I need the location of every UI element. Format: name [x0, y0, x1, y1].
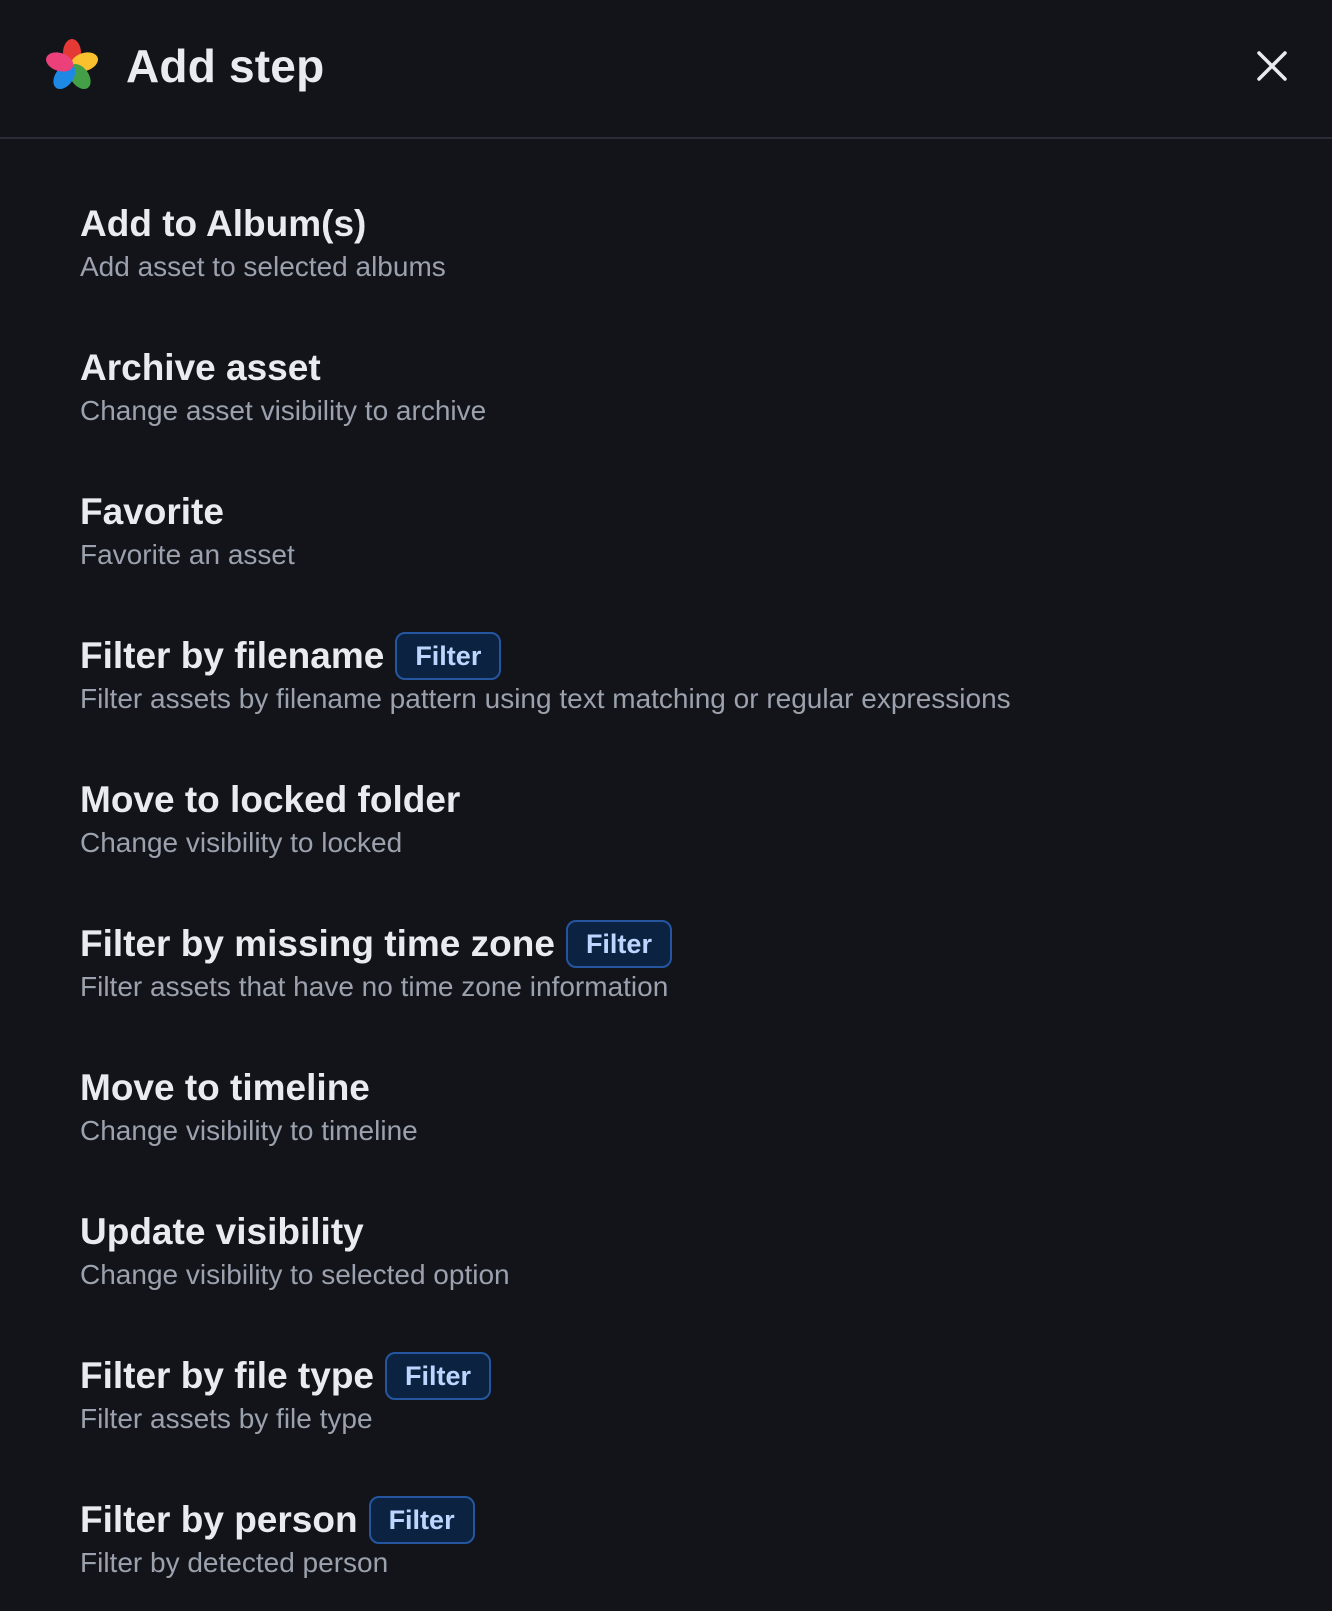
step-option[interactable]: Update visibility Change visibility to se…	[80, 1207, 1292, 1351]
step-description: Filter by detected person	[80, 1547, 389, 1578]
step-option[interactable]: Filter by filename Filter Filter assets by…	[80, 631, 1292, 775]
step-title-row: Filter by file type Filter	[80, 1351, 1292, 1401]
step-title-row: Add to Album(s)	[80, 199, 1292, 249]
step-list: Add to Album(s) Add asset to selected alb…	[0, 139, 1332, 1611]
step-title-row: Filter by person Filter	[80, 1495, 1292, 1545]
step-description: Change visibility to selected option	[80, 1259, 510, 1290]
step-title-row: Move to locked folder	[80, 775, 1292, 825]
close-icon[interactable]	[1250, 44, 1294, 88]
step-title: Move to timeline	[80, 1067, 370, 1108]
filter-badge: Filter	[368, 1496, 475, 1544]
step-option[interactable]: Archive asset Change asset visibility to …	[80, 343, 1292, 487]
step-title: Move to locked folder	[80, 779, 461, 820]
filter-badge: Filter	[385, 1352, 492, 1400]
dialog-header: Add step	[0, 0, 1332, 139]
step-description: Filter assets by file type	[80, 1403, 373, 1434]
filter-badge: Filter	[395, 632, 502, 680]
step-description: Favorite an asset	[80, 539, 295, 570]
filter-badge: Filter	[565, 920, 672, 968]
step-title-row: Filter by missing time zone Filter	[80, 919, 1292, 969]
add-step-dialog: Add step Add to Album(s) Add asset to sel…	[0, 0, 1332, 1611]
step-title: Update visibility	[80, 1211, 364, 1252]
step-option[interactable]: Move to timeline Change visibility to tim…	[80, 1063, 1292, 1207]
step-option[interactable]: Filter by missing time zone Filter Filter …	[80, 919, 1292, 1063]
step-option[interactable]: Filter by person Filter Filter by detected…	[80, 1495, 1292, 1611]
step-title-row: Move to timeline	[80, 1063, 1292, 1113]
step-option[interactable]: Move to locked folder Change visibility t…	[80, 775, 1292, 919]
step-description: Change visibility to timeline	[80, 1115, 418, 1146]
step-option[interactable]: Filter by file type Filter Filter assets b…	[80, 1351, 1292, 1495]
step-description: Filter assets that have no time zone inf…	[80, 971, 669, 1002]
step-description: Change asset visibility to archive	[80, 395, 487, 426]
app-logo-icon	[46, 39, 98, 90]
step-title: Filter by file type	[80, 1355, 375, 1396]
step-title-row: Filter by filename Filter	[80, 631, 1292, 681]
step-option[interactable]: Add to Album(s) Add asset to selected alb…	[80, 199, 1292, 343]
step-title-row: Update visibility	[80, 1207, 1292, 1257]
step-description: Filter assets by filename pattern using …	[80, 683, 1011, 714]
step-option[interactable]: Favorite Favorite an asset	[80, 487, 1292, 631]
dialog-title: Add step	[126, 39, 325, 92]
step-title: Filter by person	[80, 1499, 358, 1540]
step-description: Add asset to selected albums	[80, 251, 446, 282]
step-title: Add to Album(s)	[80, 203, 367, 244]
step-title: Favorite	[80, 491, 224, 532]
step-description: Change visibility to locked	[80, 827, 403, 858]
step-title: Filter by missing time zone	[80, 923, 555, 964]
step-title: Filter by filename	[80, 635, 385, 676]
step-title: Archive asset	[80, 347, 321, 388]
step-title-row: Archive asset	[80, 343, 1292, 393]
step-title-row: Favorite	[80, 487, 1292, 537]
